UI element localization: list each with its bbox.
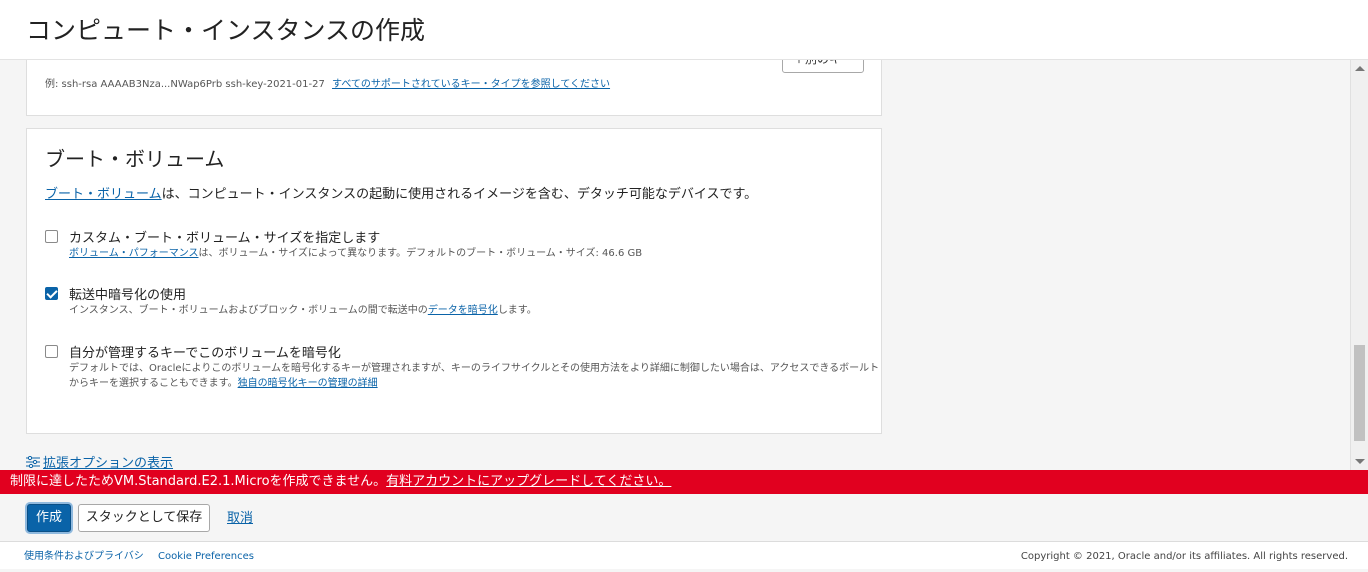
ssh-key-example-text: 例: ssh-rsa AAAAB3Nza...NWap6Prb ssh-key-…: [45, 79, 325, 90]
limit-error-text: 制限に達したためVM.Standard.E2.1.Microを作成できません。: [10, 474, 387, 489]
in-transit-encryption-help: インスタンス、ブート・ボリュームおよびブロック・ボリュームの間で転送中のデータを…: [69, 303, 884, 318]
page-header: コンピュート・インスタンスの作成: [0, 0, 1368, 60]
in-transit-encryption-help-post: します。: [497, 305, 537, 316]
create-button[interactable]: 作成: [27, 504, 71, 532]
scroll-down-arrow-icon[interactable]: [1355, 459, 1365, 464]
copyright-text: Copyright © 2021, Oracle and/or its affi…: [1020, 551, 1348, 562]
scroll-up-arrow-icon[interactable]: [1355, 66, 1365, 71]
show-advanced-options-link[interactable]: 拡張オプションの表示: [26, 452, 173, 470]
upgrade-account-link[interactable]: 有料アカウントにアップグレードしてください。: [386, 474, 671, 489]
boot-volume-desc-text: は、コンピュート・インスタンスの起動に使用されるイメージを含む、デタッチ可能なデ…: [161, 187, 758, 202]
ssh-keys-card: ＋別のキー 例: ssh-rsa AAAAB3Nza...NWap6Prb ss…: [26, 60, 882, 116]
page-title: コンピュート・インスタンスの作成: [26, 16, 426, 45]
customer-managed-key-label[interactable]: 自分が管理するキーでこのボリュームを暗号化: [69, 342, 341, 361]
save-as-stack-button[interactable]: スタックとして保存: [78, 504, 210, 532]
custom-boot-volume-size-checkbox[interactable]: [45, 230, 58, 243]
form-action-bar: 作成 スタックとして保存 取消: [0, 494, 1368, 542]
custom-boot-volume-size-label[interactable]: カスタム・ブート・ボリューム・サイズを指定します: [69, 227, 380, 246]
in-transit-encryption-help-pre: インスタンス、ブート・ボリュームおよびブロック・ボリュームの間で転送中の: [69, 305, 428, 316]
boot-volume-description: ブート・ボリュームは、コンピュート・インスタンスの起動に使用されるイメージを含む…: [45, 183, 757, 202]
show-advanced-options-label[interactable]: 拡張オプションの表示: [43, 456, 173, 470]
in-transit-encryption-label[interactable]: 転送中暗号化の使用: [69, 284, 186, 303]
custom-boot-volume-size-help: ボリューム・パフォーマンスは、ボリューム・サイズによって異なります。デフォルトの…: [69, 246, 884, 261]
custom-boot-volume-size-help-text: は、ボリューム・サイズによって異なります。デフォルトのブート・ボリューム・サイズ…: [198, 248, 643, 259]
manage-own-keys-link[interactable]: 独自の暗号化キーの管理の詳細: [238, 378, 378, 389]
add-key-button[interactable]: ＋別のキー: [782, 60, 864, 73]
cookie-preferences-link[interactable]: Cookie Preferences: [158, 542, 254, 572]
volume-performance-link[interactable]: ボリューム・パフォーマンス: [69, 248, 199, 259]
supported-key-types-link[interactable]: すべてのサポートされているキー・タイプを参照してください: [332, 79, 610, 90]
customer-managed-key-help-text: デフォルトでは、Oracleによりこのボリュームを暗号化するキーが管理されますが…: [69, 363, 880, 389]
cancel-button[interactable]: 取消: [226, 504, 254, 532]
limit-error-banner: 制限に達したためVM.Standard.E2.1.Microを作成できません。有…: [0, 470, 1368, 494]
boot-volume-card: ブート・ボリューム ブート・ボリュームは、コンピュート・インスタンスの起動に使用…: [26, 128, 882, 434]
boot-volume-title: ブート・ボリューム: [45, 147, 225, 171]
encrypt-data-link[interactable]: データを暗号化: [428, 305, 498, 316]
ssh-key-example: 例: ssh-rsa AAAAB3Nza...NWap6Prb ssh-key-…: [45, 75, 610, 90]
boot-volume-doc-link[interactable]: ブート・ボリューム: [45, 187, 162, 202]
customer-managed-key-checkbox[interactable]: [45, 345, 58, 358]
customer-managed-key-help: デフォルトでは、Oracleによりこのボリュームを暗号化するキーが管理されますが…: [69, 361, 884, 391]
terms-privacy-link[interactable]: 使用条件およびプライバシ: [24, 542, 144, 572]
sliders-icon: [26, 456, 40, 468]
scrollbar-thumb[interactable]: [1354, 345, 1365, 441]
vertical-scrollbar[interactable]: [1350, 60, 1368, 470]
in-transit-encryption-checkbox[interactable]: [45, 287, 58, 300]
form-scroll-area[interactable]: ＋別のキー 例: ssh-rsa AAAAB3Nza...NWap6Prb ss…: [0, 60, 1350, 470]
page-footer: 使用条件およびプライバシ Cookie Preferences Copyrigh…: [0, 542, 1368, 569]
